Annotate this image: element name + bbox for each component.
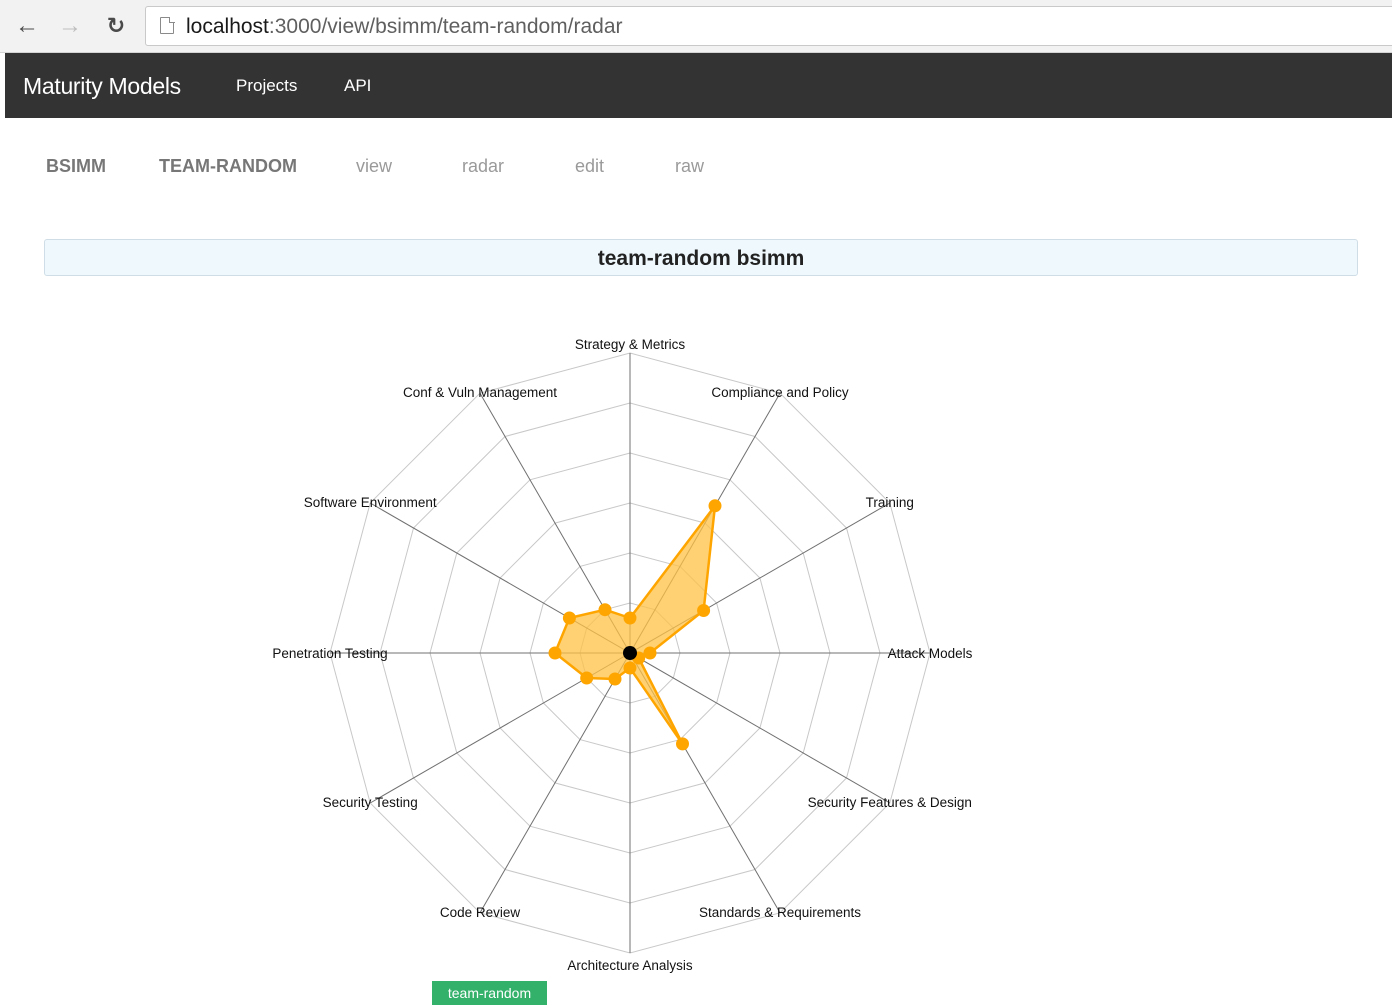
radar-center-dot bbox=[623, 646, 637, 660]
series-point-3 bbox=[643, 646, 657, 660]
axis-line-4 bbox=[629, 652, 891, 804]
axis-label-8: Security Testing bbox=[323, 795, 418, 810]
axis-label-6: Architecture Analysis bbox=[567, 958, 693, 973]
series-area-0 bbox=[553, 504, 717, 746]
series-point-2 bbox=[697, 604, 711, 617]
series-point-8 bbox=[580, 671, 594, 685]
radar-series bbox=[548, 499, 722, 751]
axis-label-2: Training bbox=[866, 495, 914, 510]
series-point-0 bbox=[623, 611, 637, 625]
legend-team-random[interactable]: team-random bbox=[432, 981, 547, 1005]
series-point-9 bbox=[548, 646, 562, 660]
series-point-7 bbox=[608, 672, 622, 686]
series-point-11 bbox=[598, 603, 612, 617]
axis-label-1: Compliance and Policy bbox=[711, 385, 849, 400]
series-point-1 bbox=[708, 499, 722, 513]
axis-label-3: Attack Models bbox=[888, 646, 973, 661]
axis-label-5: Standards & Requirements bbox=[699, 905, 861, 920]
axis-label-4: Security Features & Design bbox=[808, 795, 972, 810]
series-point-5 bbox=[676, 737, 689, 751]
series-point-10 bbox=[562, 611, 576, 625]
axis-label-9: Penetration Testing bbox=[272, 646, 387, 661]
axis-line-7 bbox=[479, 652, 631, 914]
axis-label-0: Strategy & Metrics bbox=[575, 337, 686, 352]
axis-label-10: Software Environment bbox=[304, 495, 437, 510]
radar-chart: Strategy & Metrics Compliance and Policy T… bbox=[272, 337, 973, 973]
axis-label-11: Conf & Vuln Management bbox=[403, 385, 557, 400]
axis-label-7: Code Review bbox=[440, 905, 521, 920]
series-point-6 bbox=[623, 661, 637, 675]
